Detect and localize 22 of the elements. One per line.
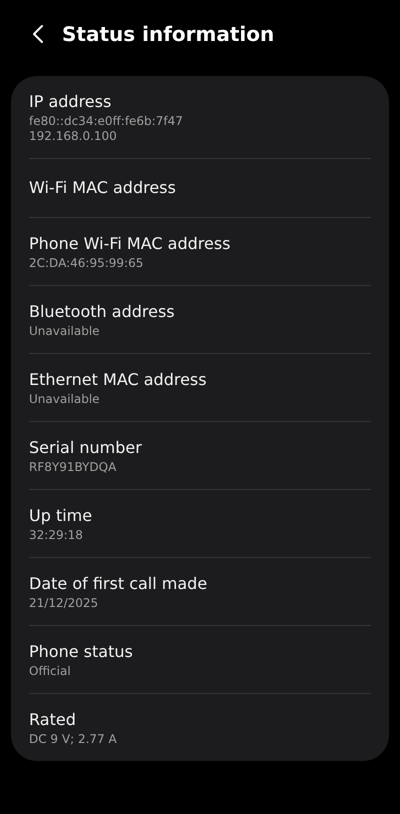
item-title: Date of first call made (29, 573, 208, 595)
item-value: Unavailable (29, 392, 101, 407)
item-title: Serial number (29, 437, 143, 459)
item-title: Rated (29, 709, 77, 731)
item-title: Up time (29, 505, 94, 527)
item-value: 192.168.0.100 (29, 129, 118, 144)
item-value: RF8Y91BYDQA (29, 460, 118, 475)
item-value: Official (29, 664, 72, 679)
item-value: 32:29:18 (29, 528, 84, 543)
item-value: 21/12/2025 (29, 596, 100, 611)
item-title: Phone Wi-Fi MAC address (29, 233, 232, 255)
item-value: Unavailable (29, 324, 101, 339)
item-title: Phone status (29, 641, 134, 663)
item-value: DC 9 V; 2.77 A (29, 732, 118, 747)
item-title: Bluetooth address (29, 301, 176, 323)
item-title: IP address (29, 91, 112, 113)
item-title: Ethernet MAC address (29, 369, 208, 391)
item-value: 2C:DA:46:95:99:65 (29, 256, 144, 271)
item-value: fe80::dc34:e0ff:fe6b:7f47 (29, 114, 184, 129)
page-title: Status information (62, 21, 274, 48)
back-icon (32, 24, 44, 44)
item-title: Wi-Fi MAC address (29, 177, 177, 199)
